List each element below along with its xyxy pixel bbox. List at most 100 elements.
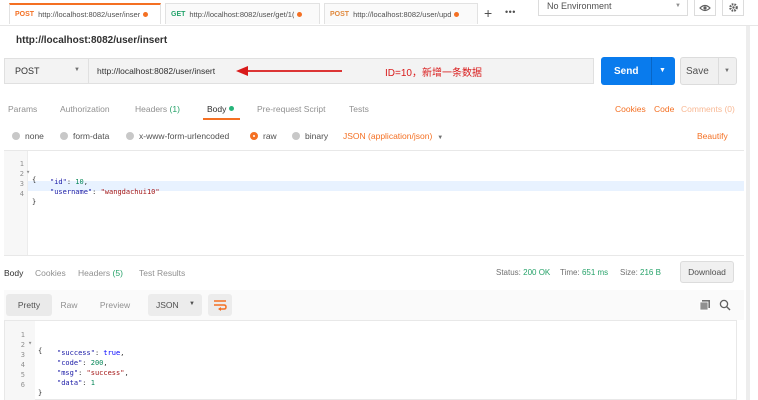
code-text: { (32, 176, 37, 184)
response-tab-test-results[interactable]: Test Results (139, 268, 185, 278)
code-line: 4 } (4, 182, 36, 206)
response-format-select[interactable]: JSON ▼ (148, 294, 202, 316)
new-tab-button[interactable]: + (484, 5, 492, 21)
fold-toggle-icon[interactable]: ▾ (26, 168, 30, 176)
tab-params[interactable]: Params (8, 104, 37, 114)
code-line: 1 ▾ { (5, 323, 42, 355)
divider (651, 57, 652, 85)
json-key: "username" (50, 188, 93, 196)
environment-select[interactable]: No Environment ▼ (538, 0, 688, 16)
json-key: "data" (57, 379, 83, 387)
code-text: "code": 200, (57, 359, 108, 367)
radio-label: x-www-form-urlencoded (139, 131, 230, 141)
json-value: true (103, 349, 121, 357)
beautify-link[interactable]: Beautify (697, 131, 728, 141)
code-link[interactable]: Code (654, 104, 674, 114)
tab-prerequest-script[interactable]: Pre-request Script (257, 104, 326, 114)
tab-headers[interactable]: Headers (1) (135, 104, 180, 114)
time-value: 651 ms (581, 268, 609, 277)
json-value: "wangdachui10" (100, 188, 160, 196)
divider (718, 58, 719, 84)
request-tab-get[interactable]: GET http://localhost:8082/user/get/1( (165, 3, 320, 24)
code-line: 6 } (5, 373, 42, 397)
unsaved-dot-icon (297, 11, 303, 17)
response-body-viewer[interactable]: 1 ▾ { 2 "success": true, 3 "code": 200, … (4, 320, 737, 400)
gear-icon (728, 3, 738, 12)
response-view-bar: Pretty Raw Preview JSON ▼ (4, 290, 744, 320)
chevron-down-icon[interactable]: ▼ (659, 67, 666, 74)
tab-url: http://localhost:8082/user/get/1( (189, 9, 295, 19)
headers-count: (1) (169, 104, 180, 114)
radio-raw[interactable]: raw (250, 131, 277, 141)
radio-label: none (25, 131, 44, 141)
code-text: "id": 10, (50, 178, 88, 186)
fold-toggle-icon[interactable]: ▾ (28, 339, 32, 347)
tab-tests[interactable]: Tests (349, 104, 369, 114)
save-label: Save (686, 66, 709, 77)
request-tab-update[interactable]: POST http://localhost:8082/user/upd (324, 3, 478, 24)
status-label: Status: (496, 268, 521, 277)
tab-method: GET (171, 10, 186, 18)
save-button[interactable]: Save ▼ (680, 57, 737, 85)
view-preview-button[interactable]: Preview (92, 294, 138, 316)
code-line: 5 "data": 1 (5, 363, 95, 387)
tab-authorization[interactable]: Authorization (60, 104, 110, 114)
response-tab-body[interactable]: Body (4, 268, 23, 278)
wrap-lines-button[interactable] (208, 294, 232, 316)
search-icon[interactable] (719, 299, 731, 311)
code-line: 2 "id": 10, (4, 162, 88, 186)
code-text: } (38, 389, 43, 397)
json-value: "success" (86, 369, 125, 377)
tab-method: POST (15, 11, 35, 18)
view-raw-button[interactable]: Raw (54, 294, 84, 316)
code-line: 2 "success": true, (5, 333, 125, 357)
content-type-select[interactable]: JSON (application/json) ▼ (343, 131, 443, 141)
response-tab-headers[interactable]: Headers (5) (78, 268, 123, 278)
comments-link[interactable]: Comments (0) (681, 104, 735, 114)
response-headers-count: (5) (112, 268, 123, 278)
radio-form-data[interactable]: form-data (60, 131, 109, 141)
code-line: 3 "username": "wangdachui10" (4, 172, 160, 196)
radio-urlencoded[interactable]: x-www-form-urlencoded (126, 131, 229, 141)
format-label: JSON (156, 300, 179, 310)
cookies-link[interactable]: Cookies (615, 104, 646, 114)
request-tab-insert[interactable]: POST http://localhost:8082/user/inser (9, 3, 161, 24)
tab-body[interactable]: Body (207, 104, 235, 114)
size-label: Size: (620, 268, 638, 277)
radio-label: form-data (73, 131, 110, 141)
more-tabs-button[interactable]: ••• (505, 7, 516, 17)
method-select[interactable]: POST ▼ (5, 59, 89, 83)
tab-method: POST (330, 10, 350, 18)
chevron-down-icon: ▼ (74, 67, 80, 73)
code-text: "success": true, (57, 349, 125, 357)
radio-label: raw (263, 131, 277, 141)
body-active-dot-icon (229, 106, 235, 111)
code-text: { (38, 347, 43, 355)
environment-quick-look-button[interactable] (694, 0, 716, 16)
response-headers-label: Headers (78, 268, 111, 278)
vertical-scrollbar[interactable] (746, 26, 750, 400)
chevron-down-icon[interactable]: ▼ (724, 68, 730, 74)
response-tab-cookies[interactable]: Cookies (35, 268, 66, 278)
view-pretty-button[interactable]: Pretty (6, 294, 52, 316)
url-input[interactable]: http://localhost:8082/user/insert (97, 66, 215, 76)
request-body-editor[interactable]: 1 ▾ { 2 "id": 10, 3 "username": "wangdac… (4, 150, 744, 256)
manage-environments-button[interactable] (722, 0, 744, 16)
tab-url: http://localhost:8082/user/upd (353, 9, 452, 19)
code-line: 3 "code": 200, (5, 343, 108, 367)
annotation-text: ID=10，新增一条数据 (385, 68, 482, 79)
copy-icon[interactable] (699, 299, 711, 311)
annotation-arrow-icon (236, 66, 342, 76)
send-button[interactable]: Send ▼ (601, 57, 675, 85)
download-button[interactable]: Download (680, 261, 734, 283)
code-text: "msg": "success", (57, 369, 129, 377)
wrap-lines-icon (214, 300, 227, 311)
json-key: "success" (57, 349, 95, 357)
tab-url: http://localhost:8082/user/inser (38, 10, 141, 19)
radio-circle (292, 132, 300, 140)
code-line: 4 "msg": "success", (5, 353, 129, 377)
request-title: http://localhost:8082/user/insert (16, 35, 168, 46)
radio-none[interactable]: none (12, 131, 44, 141)
response-status: Status: 200 OK (496, 268, 550, 277)
radio-binary[interactable]: binary (292, 131, 328, 141)
